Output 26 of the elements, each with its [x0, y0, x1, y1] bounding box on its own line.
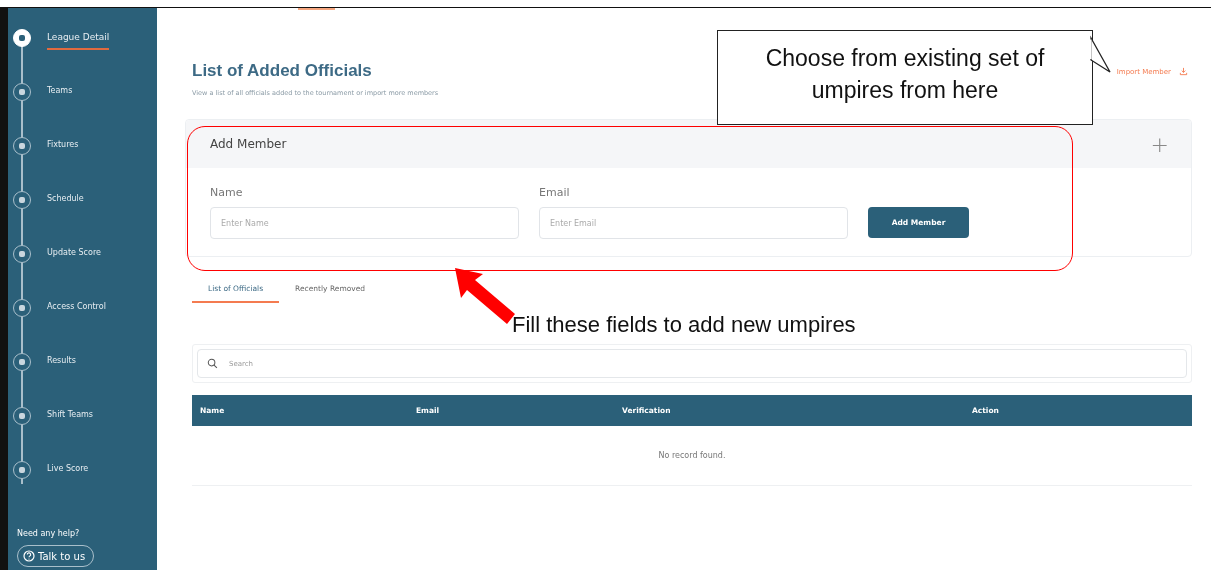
- page-title: List of Added Officials: [192, 61, 373, 81]
- download-icon: [1179, 67, 1188, 76]
- sidebar-item[interactable]: Fixtures: [8, 137, 157, 191]
- card-header[interactable]: Add Member +: [186, 120, 1191, 168]
- empty-message: No record found.: [658, 451, 726, 460]
- card-title: Add Member: [210, 137, 287, 151]
- question-icon: [23, 550, 35, 562]
- sidebar-item[interactable]: Shift Teams: [8, 407, 157, 461]
- input-field[interactable]: Enter Email: [539, 207, 848, 239]
- sidebar-item[interactable]: Schedule: [8, 191, 157, 245]
- sidebar-item[interactable]: Access Control: [8, 299, 157, 353]
- help-text: Need any help?: [17, 529, 80, 538]
- sidebar-item[interactable]: Teams: [8, 83, 157, 137]
- field-label: Name: [210, 186, 244, 199]
- field-label: Email: [539, 186, 571, 199]
- sidebar-item[interactable]: Results: [8, 353, 157, 407]
- sidebar-item[interactable]: Live Score: [8, 461, 157, 515]
- circle-icon: [13, 29, 31, 47]
- expand-icon[interactable]: +: [1150, 131, 1169, 157]
- callout-box: Choose from existing set of umpires from here: [717, 30, 1093, 125]
- tab-underline: [298, 8, 335, 10]
- input-field[interactable]: Enter Name: [210, 207, 519, 239]
- annotation-text: Fill these fields to add new umpires: [512, 312, 856, 338]
- sidebar-item[interactable]: League Detail: [8, 29, 157, 83]
- sidebar-item[interactable]: Update Score: [8, 245, 157, 299]
- search-icon: [207, 358, 218, 369]
